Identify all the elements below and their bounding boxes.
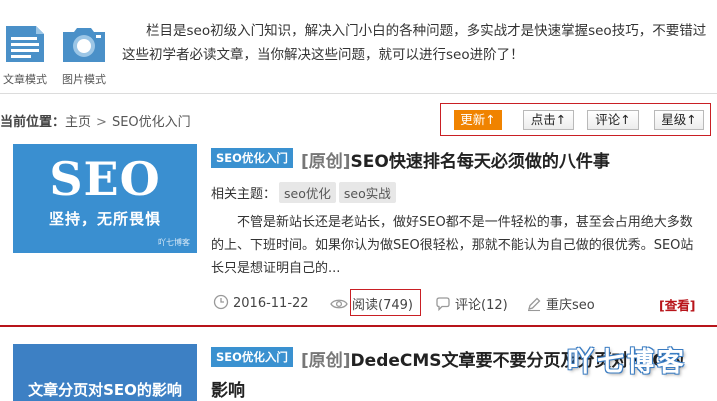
thumbnail-title: SEO [49,152,161,206]
breadcrumb-current[interactable]: SEO优化入门 [112,115,191,130]
reads-highlight [350,289,421,316]
article-comments: 评论(12) [455,298,508,313]
article-divider [0,325,717,327]
breadcrumb: 当前位置：主页 > SEO优化入门 [0,111,191,130]
article-prefix: [原创] [301,152,351,172]
article-title[interactable]: [原创]SEO快速排名每天必须做的八件事 [301,147,610,172]
view-article-link[interactable]: [查看] [659,295,695,314]
category-badge[interactable]: SEO优化入门 [211,347,293,367]
article-title-continuation[interactable]: 影响 [211,376,245,401]
breadcrumb-home-link[interactable]: 主页 [65,115,91,130]
view-mode-image-label: 图片模式 [62,73,106,86]
image-icon [60,28,108,68]
thumbnail-subtitle: 坚持，无所畏惧 [48,210,161,228]
category-intro: 栏目是seo初级入门知识，解决入门小白的各种问题，多实战才是快速掌握seo技巧，… [122,23,707,63]
clock-icon [213,294,229,310]
document-icon [2,26,48,68]
article-prefix: [原创] [301,351,351,371]
eye-icon [330,299,348,309]
tag-link[interactable]: seo实战 [338,182,396,203]
brand-watermark: 吖七博客 [567,347,687,378]
date-meta: 2016-11-22 [213,294,309,311]
sort-update-button[interactable]: 更新↑ [454,110,502,130]
sort-clicks-button[interactable]: 点击↑ [523,110,574,130]
article-author: 重庆seo [546,298,595,313]
thumbnail-watermark: 吖七博客 [158,238,190,247]
divider [0,93,717,94]
article-title-text: SEO快速排名每天必须做的八件事 [350,152,610,172]
comment-icon [436,297,450,312]
sort-comments-button[interactable]: 评论↑ [587,110,639,130]
article-thumbnail[interactable]: SEO 坚持，无所畏惧 吖七博客 [13,144,197,253]
thumbnail-subtitle: 文章分页对SEO的影响 [28,381,182,399]
article-date: 2016-11-22 [233,296,309,311]
comments-meta[interactable]: 评论(12) [435,294,508,313]
view-mode-image[interactable]: 图片模式 [60,24,108,87]
sort-toolbar: 更新↑ 点击↑ 评论↑ 星级↑ [440,103,711,136]
tags-label: 相关主题： [211,187,277,202]
sort-rating-button[interactable]: 星级↑ [654,110,704,130]
pencil-icon [528,297,541,312]
article-summary: 不管是新站长还是老站长，做好SEO都不是一件轻松的事，甚至会占用绝大多数的上、下… [211,215,694,276]
view-mode-article[interactable]: 文章模式 [2,24,48,87]
view-mode-article-label: 文章模式 [3,73,47,86]
author-meta[interactable]: 重庆seo [526,294,595,313]
related-tags: 相关主题： seo优化 seo实战 [211,182,396,203]
category-badge[interactable]: SEO优化入门 [211,148,293,168]
tag-link[interactable]: seo优化 [279,182,336,203]
breadcrumb-separator: > [96,115,107,130]
breadcrumb-lead: 当前位置： [0,115,66,130]
article-thumbnail[interactable]: 文章分页对SEO的影响 [13,344,197,401]
